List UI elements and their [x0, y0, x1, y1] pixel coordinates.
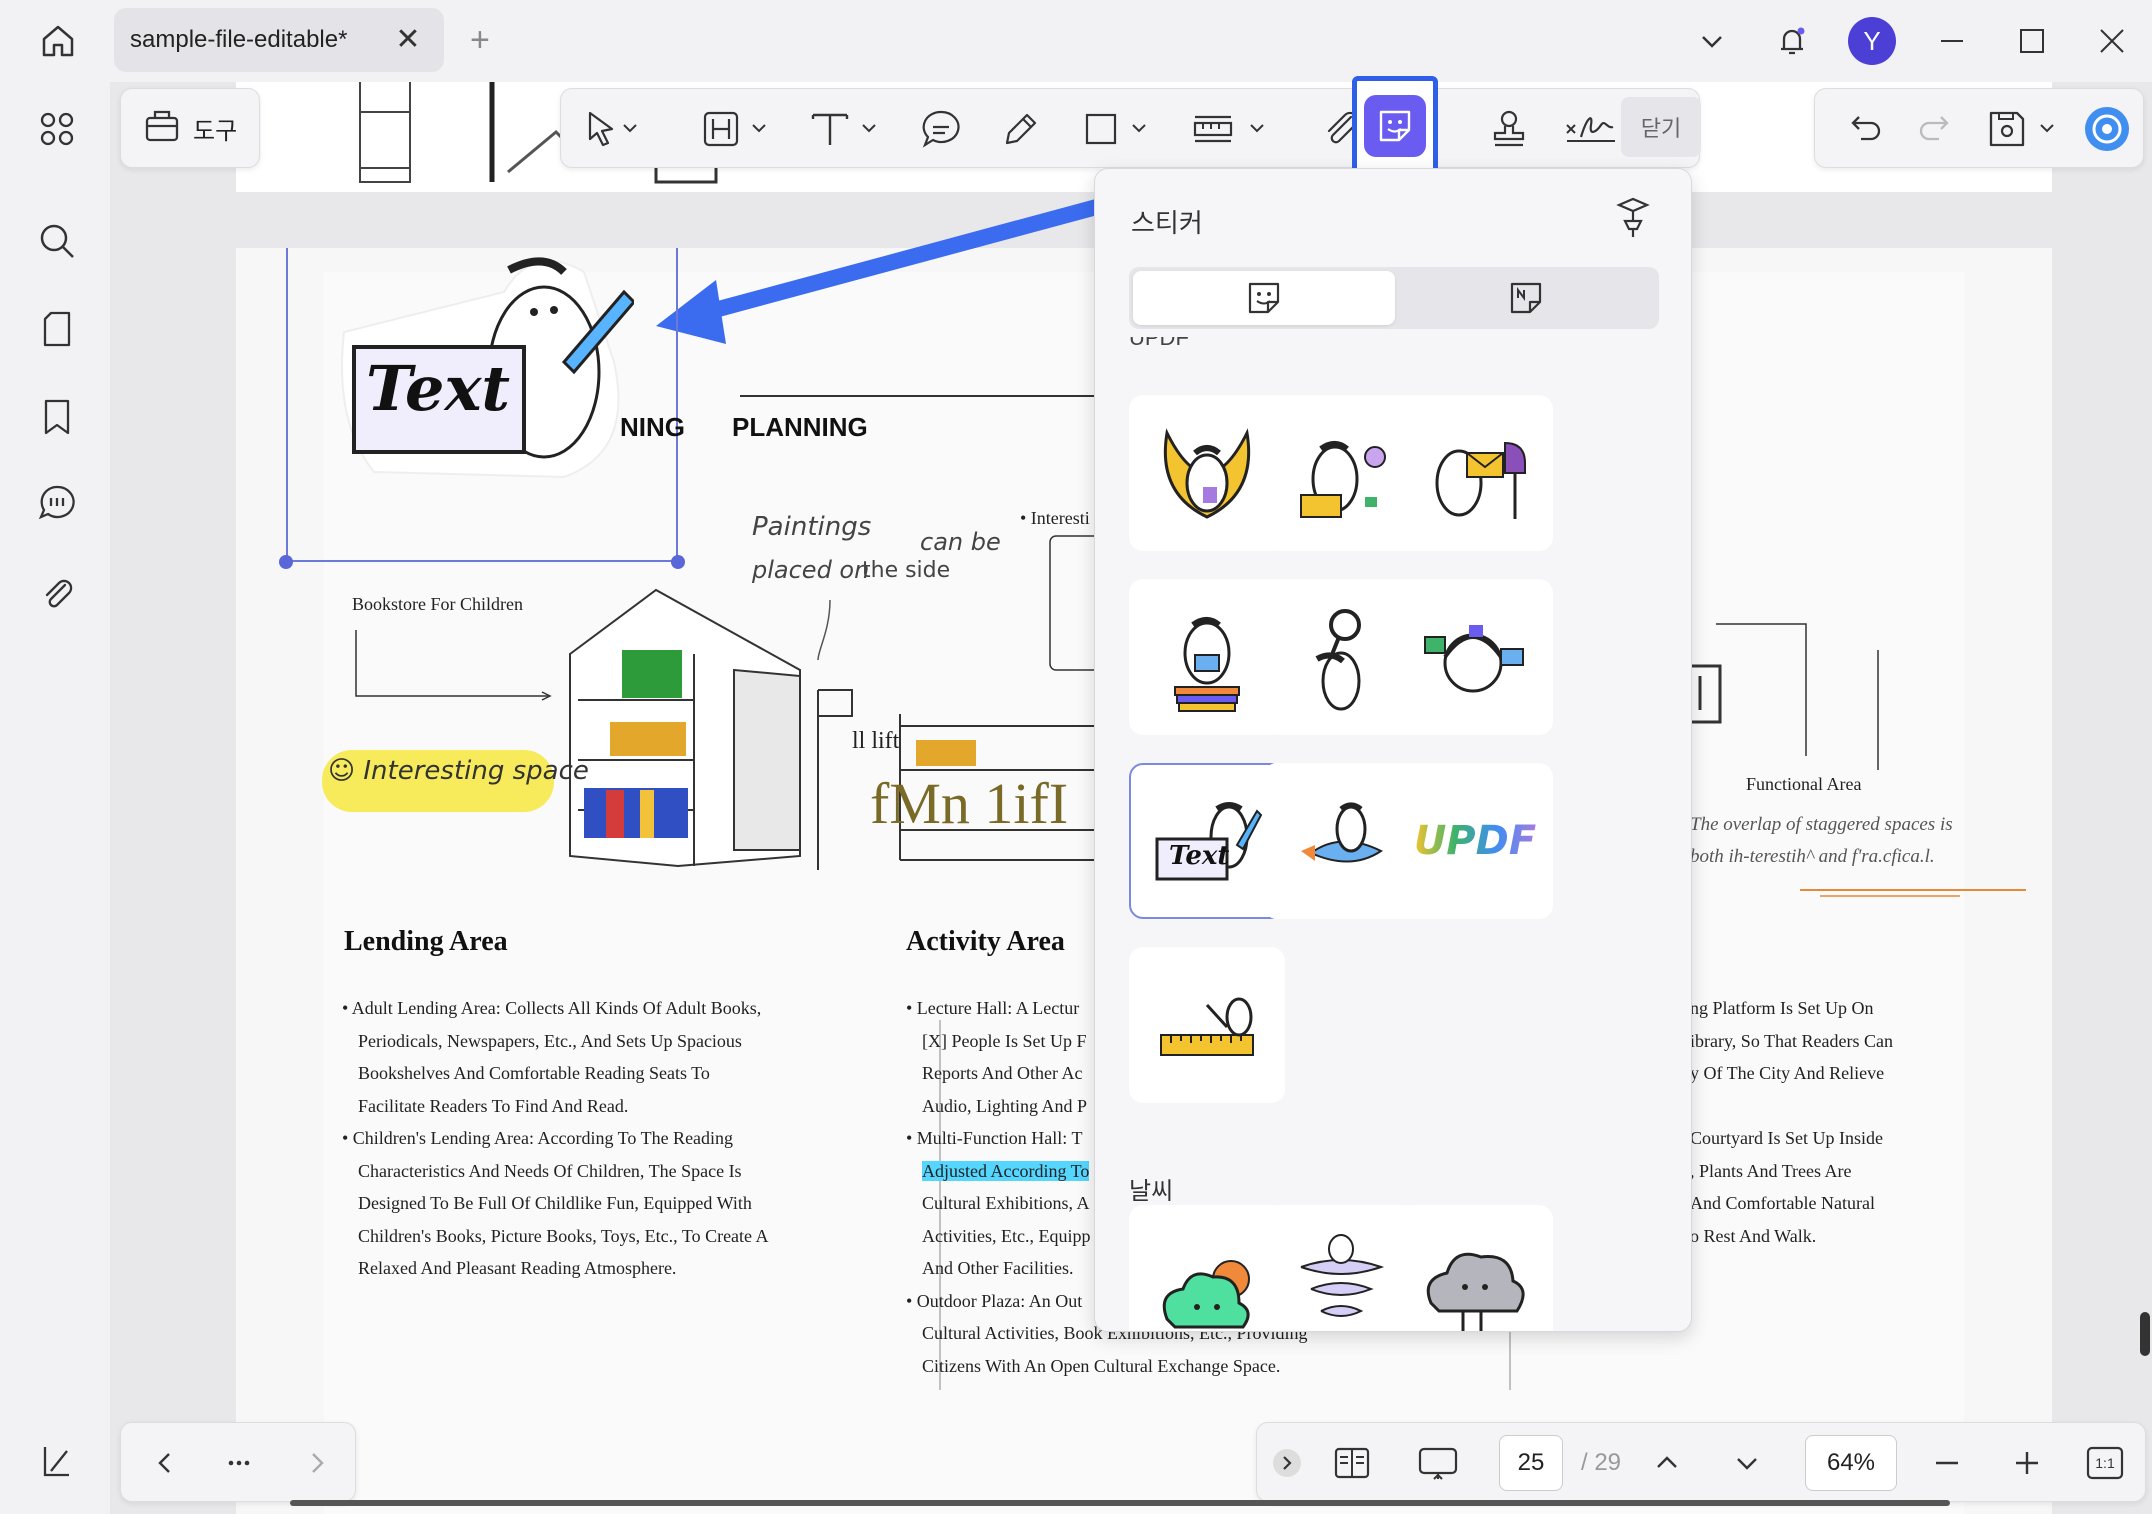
- svg-text:1:1: 1:1: [2095, 1455, 2115, 1471]
- handwriting-the-side: the side: [862, 558, 951, 583]
- selection-handle[interactable]: [671, 555, 685, 569]
- undo-icon[interactable]: [1835, 101, 1895, 157]
- bookstore-label: Bookstore For Children: [352, 594, 523, 614]
- handwriting-placed-on: placed on: [752, 556, 870, 584]
- pen-tool-icon[interactable]: [993, 101, 1049, 157]
- shape-tool-icon[interactable]: [1081, 101, 1161, 157]
- back-icon[interactable]: [135, 1435, 195, 1491]
- presentation-icon[interactable]: [1403, 1435, 1473, 1491]
- sticker-panel-title: 스티커: [1131, 208, 1203, 238]
- next-page-icon[interactable]: [1717, 1435, 1777, 1491]
- bottom-nav-left: [120, 1422, 356, 1502]
- sticker-reading-character[interactable]: [1129, 579, 1285, 735]
- overlaid-text: fMn 1ifI: [870, 771, 1069, 836]
- activity-area-heading: Activity Area: [906, 926, 1065, 957]
- tools-label: 도구: [193, 117, 238, 145]
- save-icon[interactable]: [1985, 101, 2075, 157]
- lending-area-text: • Adult Lending Area: Collects All Kinds…: [342, 998, 769, 1278]
- sticker-panel: 스티커 UPDF Text UPDF: [1094, 168, 1692, 1332]
- signature-tool-icon[interactable]: [1561, 101, 1621, 157]
- sticker-tool-button[interactable]: [1352, 76, 1438, 176]
- pin-panel-icon[interactable]: [1611, 195, 1655, 239]
- actual-size-icon[interactable]: 1:1: [2075, 1435, 2135, 1491]
- sticker-tornado[interactable]: [1263, 1205, 1419, 1331]
- sticker-moon-character[interactable]: [1129, 395, 1285, 551]
- heading-tool-icon[interactable]: [701, 101, 771, 157]
- sticker-updf-logo[interactable]: UPDF: [1397, 763, 1553, 919]
- overlap-text-1: The overlap of staggered spaces is: [1690, 814, 1953, 835]
- weather-section-label: 날씨: [1129, 1178, 1174, 1205]
- sticker-category-tabs: [1129, 267, 1659, 329]
- tools-button[interactable]: 도구: [120, 88, 260, 168]
- planning-heading-partial: NING: [620, 412, 685, 442]
- stamp-tool-icon[interactable]: [1481, 101, 1537, 157]
- text-sticker-placed[interactable]: Text: [334, 252, 637, 482]
- sticker-magnifier-character[interactable]: [1263, 579, 1419, 735]
- forward-icon[interactable]: [287, 1435, 347, 1491]
- selection-handle[interactable]: [279, 555, 293, 569]
- sticker-mailbox-character[interactable]: [1397, 395, 1553, 551]
- select-tool-icon[interactable]: [577, 101, 647, 157]
- measure-tool-icon[interactable]: [1189, 101, 1279, 157]
- zoom-level[interactable]: 64%: [1805, 1435, 1897, 1491]
- sticker-text-character[interactable]: Text: [1129, 763, 1285, 919]
- ai-assistant-icon[interactable]: [2077, 101, 2137, 157]
- right-column-text: ng Platform Is Set Up On ibrary, So That…: [1690, 998, 1893, 1246]
- sticker-cloud-sun[interactable]: [1129, 1205, 1285, 1331]
- comment-tool-icon[interactable]: [913, 101, 969, 157]
- lending-area-heading: Lending Area: [344, 926, 508, 957]
- tab-emoji-stickers[interactable]: [1133, 271, 1395, 325]
- total-pages: / 29: [1580, 1449, 1622, 1476]
- lift-label: ll lift: [852, 728, 900, 754]
- page-layout-icon[interactable]: [1317, 1435, 1387, 1491]
- bottom-page-controls: 25 / 29 64% 1:1: [1256, 1422, 2146, 1502]
- zoom-out-icon[interactable]: [1917, 1435, 1977, 1491]
- right-toolbar: [1814, 88, 2144, 168]
- collapse-toggle-icon[interactable]: [1267, 1435, 1307, 1491]
- interesting-label: • Interesti: [1020, 508, 1090, 528]
- prev-page-icon[interactable]: [1637, 1435, 1697, 1491]
- close-toolbar-button[interactable]: 닫기: [1621, 97, 1701, 157]
- more-icon[interactable]: [209, 1435, 269, 1491]
- vertical-scrollbar[interactable]: [2140, 1312, 2150, 1356]
- sticker-artist-character[interactable]: [1263, 395, 1419, 551]
- sticker-text: Text: [366, 352, 511, 425]
- text-tool-icon[interactable]: [807, 101, 887, 157]
- sticker-icon: [1364, 95, 1426, 157]
- functional-area-label: Functional Area: [1746, 774, 1862, 794]
- sticker-headset-character[interactable]: [1397, 579, 1553, 735]
- sticker-storm-cloud[interactable]: [1397, 1205, 1553, 1331]
- annotation-toolbar: 닫기: [560, 88, 1701, 168]
- current-page-input[interactable]: 25: [1499, 1435, 1563, 1491]
- section-label-partial: UPDF: [1129, 337, 1189, 349]
- sticker-ruler-character[interactable]: [1129, 947, 1285, 1103]
- horizontal-scrollbar[interactable]: [290, 1500, 1950, 1506]
- tab-note-stickers[interactable]: [1395, 271, 1657, 325]
- redo-icon[interactable]: [1905, 101, 1965, 157]
- toolbox-icon: [143, 106, 181, 151]
- sticker-rocket-character[interactable]: [1263, 763, 1419, 919]
- zoom-in-icon[interactable]: [1997, 1435, 2057, 1491]
- overlap-text-2: both ih-terestih^ and f'ra.cfica.l.: [1690, 846, 1935, 867]
- interesting-space-text: ☺ Interesting space: [328, 756, 589, 786]
- planning-heading: PLANNING: [732, 412, 868, 442]
- handwriting-can-be: can be: [920, 528, 1001, 556]
- handwriting-paintings: Paintings: [752, 512, 872, 542]
